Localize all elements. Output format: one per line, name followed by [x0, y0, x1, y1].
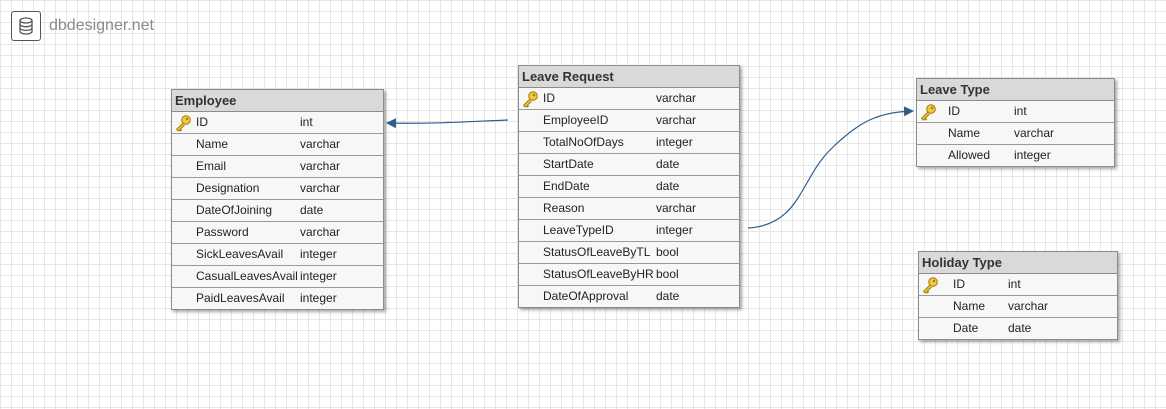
column-type: date [656, 157, 680, 171]
column-name: Designation [196, 181, 260, 195]
column-type: date [1008, 321, 1032, 335]
primary-key-icon [521, 90, 539, 108]
column-type: varchar [656, 113, 697, 127]
table-row[interactable]: DateOfApproval date [519, 286, 739, 307]
column-name: CasualLeavesAvail [196, 269, 298, 283]
primary-key-icon [174, 114, 192, 132]
column-name: ID [543, 91, 555, 105]
column-name: Allowed [948, 148, 991, 162]
primary-key-icon [921, 276, 939, 294]
column-type: date [300, 203, 324, 217]
column-name: StartDate [543, 157, 594, 171]
column-name: Name [953, 299, 986, 313]
table-row[interactable]: Reason varchar [519, 198, 739, 220]
column-name: ID [948, 104, 960, 118]
connector-leave-request-to-employee[interactable] [386, 118, 509, 129]
table-title: Employee [172, 90, 383, 112]
table-row[interactable]: StatusOfLeaveByTL bool [519, 242, 739, 264]
table-row[interactable]: CasualLeavesAvail integer [172, 266, 383, 288]
table-row[interactable]: Allowed integer [917, 145, 1114, 166]
column-type: int [1008, 277, 1021, 291]
column-name: Date [953, 321, 979, 335]
column-name: LeaveTypeID [543, 223, 614, 237]
table-row[interactable]: Designation varchar [172, 178, 383, 200]
primary-key-icon [919, 103, 937, 121]
column-name: Password [196, 225, 249, 239]
column-name: TotalNoOfDays [543, 135, 624, 149]
column-name: Name [196, 137, 229, 151]
column-type: int [300, 115, 313, 129]
table-row[interactable]: ID varchar [519, 88, 739, 110]
table-row[interactable]: EmployeeID varchar [519, 110, 739, 132]
table-title: Leave Request [519, 66, 739, 88]
table-row[interactable]: LeaveTypeID integer [519, 220, 739, 242]
table-title: Holiday Type [919, 252, 1117, 274]
table-row[interactable]: Password varchar [172, 222, 383, 244]
table-employee[interactable]: Employee ID int Name varchar Email varchar Des… [171, 89, 384, 310]
column-name: Email [196, 159, 227, 173]
column-type: integer [300, 291, 337, 305]
table-row[interactable]: Email varchar [172, 156, 383, 178]
table-row[interactable]: SickLeavesAvail integer [172, 244, 383, 266]
column-type: bool [656, 245, 679, 259]
table-row[interactable]: DateOfJoining date [172, 200, 383, 222]
table-row[interactable]: ID int [172, 112, 383, 134]
table-row[interactable]: ID int [917, 101, 1114, 123]
column-name: Name [948, 126, 981, 140]
column-name: EndDate [543, 179, 590, 193]
column-name: ID [953, 277, 965, 291]
table-row[interactable]: EndDate date [519, 176, 739, 198]
column-type: integer [300, 247, 337, 261]
table-row[interactable]: ID int [919, 274, 1117, 296]
table-row[interactable]: Name varchar [919, 296, 1117, 318]
column-type: varchar [300, 181, 341, 195]
column-name: DateOfApproval [543, 289, 629, 303]
table-row[interactable]: Name varchar [917, 123, 1114, 145]
column-type: integer [300, 269, 337, 283]
column-name: ID [196, 115, 208, 129]
column-type: varchar [1008, 299, 1049, 313]
table-row[interactable]: Date date [919, 318, 1117, 339]
column-type: date [656, 289, 680, 303]
column-type: integer [656, 223, 693, 237]
column-name: DateOfJoining [196, 203, 273, 217]
table-row[interactable]: TotalNoOfDays integer [519, 132, 739, 154]
table-leave-type[interactable]: Leave Type ID int Name varchar Allowed intege… [916, 78, 1115, 167]
table-row[interactable]: Name varchar [172, 134, 383, 156]
column-type: integer [656, 135, 693, 149]
column-type: varchar [656, 91, 697, 105]
table-leave-request[interactable]: Leave Request ID varchar EmployeeID varchar… [518, 65, 740, 308]
connector-leave-request-to-leave-type[interactable] [747, 106, 914, 229]
column-type: varchar [300, 137, 341, 151]
table-row[interactable]: StatusOfLeaveByHR bool [519, 264, 739, 286]
column-name: SickLeavesAvail [196, 247, 284, 261]
column-type: bool [656, 267, 679, 281]
table-row[interactable]: PaidLeavesAvail integer [172, 288, 383, 309]
column-type: int [1014, 104, 1027, 118]
column-name: StatusOfLeaveByTL [543, 245, 651, 259]
table-title: Leave Type [917, 79, 1114, 101]
column-type: varchar [656, 201, 697, 215]
column-type: date [656, 179, 680, 193]
column-name: EmployeeID [543, 113, 609, 127]
column-type: varchar [1014, 126, 1055, 140]
column-type: varchar [300, 159, 341, 173]
column-type: varchar [300, 225, 341, 239]
table-row[interactable]: StartDate date [519, 154, 739, 176]
column-name: PaidLeavesAvail [196, 291, 285, 305]
column-name: StatusOfLeaveByHR [543, 267, 654, 281]
table-holiday-type[interactable]: Holiday Type ID int Name varchar Date date [918, 251, 1118, 340]
column-type: integer [1014, 148, 1051, 162]
column-name: Reason [543, 201, 585, 215]
